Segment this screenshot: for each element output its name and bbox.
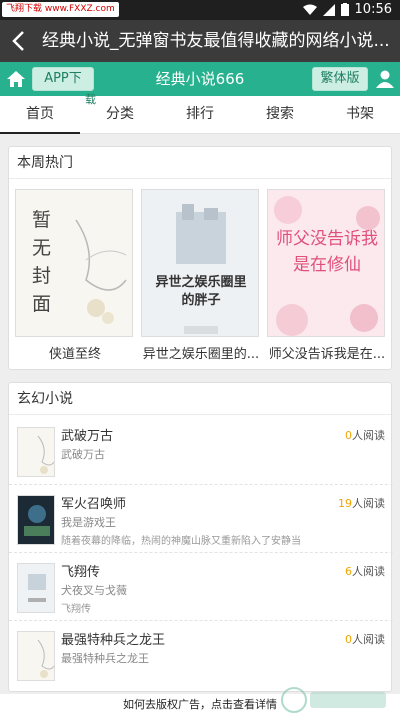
read-count: 19人阅读 [338, 497, 385, 510]
book-author: 我是游戏王 [61, 516, 116, 529]
cover-text: 暂无封面 [32, 209, 52, 315]
tab-ranking[interactable]: 排行 [160, 96, 240, 134]
cover-illustration [176, 204, 226, 334]
user-icon[interactable] [375, 69, 395, 89]
book-author: 最强特种兵之龙王 [61, 652, 149, 665]
app-download-button[interactable]: APP下 [32, 67, 94, 91]
hot-book[interactable]: 师父没告诉我是在修仙 师父没告诉我是在... [267, 189, 387, 362]
title-bar: 经典小说_无弹窗书友最值得收藏的网络小说... [0, 20, 400, 62]
clock: 10:56 [354, 2, 392, 17]
wifi-icon [302, 4, 317, 15]
hot-book[interactable]: 暂无封面 侠道至终 [15, 189, 135, 362]
read-count: 0人阅读 [345, 429, 385, 442]
list-item[interactable]: 军火召唤师 我是游戏王 随着夜幕的降临，热闹的神魔山脉又重新陷入了安静当 19人… [9, 487, 393, 553]
home-icon[interactable] [6, 69, 26, 89]
system-icons: 10:56 [302, 2, 392, 17]
list-item[interactable]: 武破万古 武破万古 0人阅读 [9, 419, 393, 485]
section-title: 玄幻小说 [9, 383, 391, 415]
book-thumbnail [17, 427, 55, 477]
main-nav: 载 首页 分类 排行 搜索 书架 [0, 93, 400, 134]
page-title: 经典小说_无弹窗书友最值得收藏的网络小说... [42, 31, 390, 51]
fantasy-section: 玄幻小说 武破万古 武破万古 0人阅读 军火召唤师 我是游戏王 随着夜幕的降临，… [8, 382, 393, 692]
tab-search[interactable]: 搜索 [240, 96, 320, 134]
cover-text: 师父没告诉我是在修仙 [276, 229, 378, 275]
status-bar: 飞翔下载 www.FXXZ.com 10:56 [0, 0, 400, 20]
tab-category[interactable]: 分类 [80, 96, 160, 134]
book-description: 随着夜幕的降临，热闹的神魔山脉又重新陷入了安静当 [61, 536, 301, 547]
battery-icon [340, 3, 349, 16]
list-item[interactable]: 飞翔传 犬夜叉与戈薇 飞翔传 6人阅读 [9, 555, 393, 621]
book-description: 飞翔传 [61, 604, 91, 615]
hot-book[interactable]: 异世之娱乐圈里的胖子 异世之娱乐圈里的... [141, 189, 261, 362]
book-name: 侠道至终 [48, 347, 101, 362]
weekly-hot-section: 本周热门 暂无封面 侠道至终 异世之娱乐圈里的胖子 异世之娱乐圈里的... 师父… [8, 146, 392, 370]
cover-text: 异世之娱乐圈里的胖子 [155, 275, 247, 308]
book-name: 飞翔传 [61, 565, 101, 580]
book-name: 武破万古 [61, 429, 114, 444]
read-count: 0人阅读 [345, 633, 385, 646]
site-name: 经典小说666 [155, 70, 245, 88]
book-thumbnail [17, 631, 55, 681]
book-thumbnail [17, 495, 55, 545]
signal-icon [322, 3, 335, 16]
book-author: 武破万古 [61, 448, 105, 461]
book-thumbnail [17, 563, 55, 613]
tab-home[interactable]: 首页 [0, 96, 80, 134]
book-author: 犬夜叉与戈薇 [61, 584, 127, 597]
site-header: APP下 经典小说666 繁体版 [0, 62, 400, 96]
book-cover: 暂无封面 [15, 189, 133, 337]
back-arrow-icon[interactable] [8, 28, 30, 54]
tab-bookshelf[interactable]: 书架 [320, 96, 400, 134]
watermark-logo-icon [281, 687, 386, 713]
list-item[interactable]: 最强特种兵之龙王 最强特种兵之龙王 0人阅读 [9, 623, 393, 689]
traditional-chinese-button[interactable]: 繁体版 [312, 67, 368, 91]
read-count: 6人阅读 [345, 565, 385, 578]
book-cover: 异世之娱乐圈里的胖子 [141, 189, 259, 337]
book-name: 异世之娱乐圈里的... [142, 347, 260, 362]
book-name: 军火召唤师 [61, 497, 127, 512]
watermark-badge: 飞翔下载 www.FXXZ.com [2, 2, 119, 17]
book-cover: 师父没告诉我是在修仙 [267, 189, 385, 337]
book-name: 师父没告诉我是在... [268, 347, 386, 362]
section-title: 本周热门 [9, 147, 391, 179]
book-name: 最强特种兵之龙王 [61, 633, 166, 648]
